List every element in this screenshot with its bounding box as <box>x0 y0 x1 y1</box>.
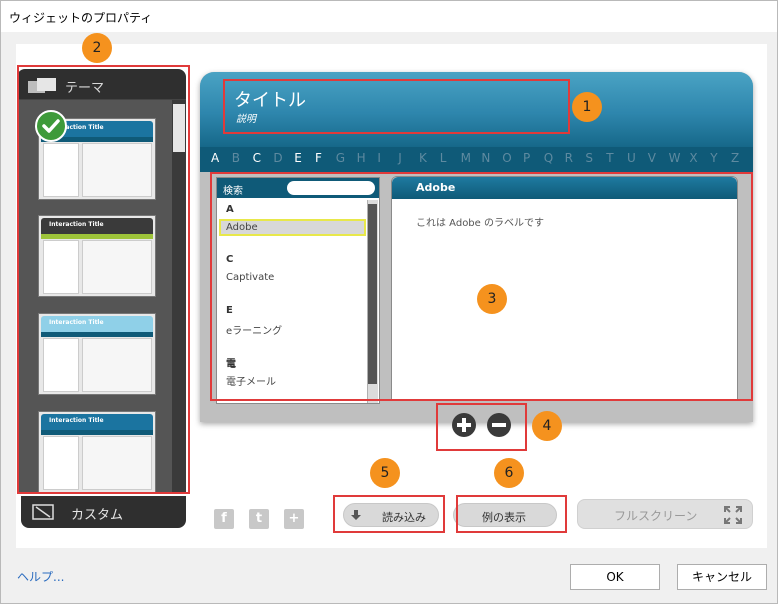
alphabet-letter[interactable]: L <box>440 151 447 165</box>
alphabet-letter[interactable]: A <box>211 151 219 165</box>
theme-highlight-box <box>17 65 190 494</box>
alphabet-letter[interactable]: T <box>606 151 613 165</box>
alphabet-bar: ABCDEFGHI J KLMNOPQRSTUVWXYZ <box>200 147 753 172</box>
alphabet-letter[interactable]: S <box>585 151 593 165</box>
alphabet-letter[interactable]: F <box>315 151 322 165</box>
alphabet-letter[interactable]: D <box>273 151 282 165</box>
alphabet-letter[interactable]: P <box>523 151 530 165</box>
callout-6: 6 <box>494 458 524 488</box>
window-title: ウィジェットのプロパティ <box>1 1 777 32</box>
alphabet-letter[interactable]: N <box>481 151 490 165</box>
alphabet-letter[interactable]: R <box>565 151 573 165</box>
alphabet-letter[interactable]: E <box>294 151 302 165</box>
buttons-highlight-box <box>436 403 527 451</box>
expand-icon <box>724 506 742 524</box>
alphabet-letter[interactable]: X <box>689 151 697 165</box>
alphabet-letter[interactable]: O <box>502 151 511 165</box>
example-highlight-box <box>456 495 567 533</box>
cancel-button[interactable]: キャンセル <box>677 564 767 590</box>
alphabet-letter[interactable]: U <box>627 151 636 165</box>
alphabet-letter[interactable]: I <box>377 151 381 165</box>
alphabet-letter[interactable]: V <box>648 151 656 165</box>
facebook-icon[interactable]: f <box>214 509 234 529</box>
alphabet-letter[interactable]: G <box>336 151 345 165</box>
alphabet-letter[interactable]: K <box>419 151 427 165</box>
custom-theme-button[interactable]: カスタム <box>21 496 186 528</box>
alphabet-letter[interactable]: Y <box>710 151 717 165</box>
alphabet-letter[interactable]: H <box>357 151 366 165</box>
callout-3: 3 <box>477 284 507 314</box>
alphabet-letter[interactable]: W <box>669 151 681 165</box>
import-highlight-box <box>333 495 445 533</box>
custom-theme-icon <box>32 504 54 520</box>
alphabet-letter[interactable]: Q <box>544 151 553 165</box>
help-link[interactable]: ヘルプ... <box>17 568 64 585</box>
callout-2: 2 <box>82 33 112 63</box>
ok-button[interactable]: OK <box>570 564 660 590</box>
title-highlight-box <box>223 79 570 134</box>
fullscreen-label: フルスクリーン <box>614 509 698 523</box>
alphabet-letter[interactable]: Z <box>731 151 739 165</box>
add-icon[interactable]: + <box>284 509 304 529</box>
alphabet-letter[interactable]: J <box>398 151 402 165</box>
callout-1: 1 <box>572 92 602 122</box>
callout-4: 4 <box>532 411 562 441</box>
callout-5: 5 <box>370 458 400 488</box>
fullscreen-button[interactable]: フルスクリーン <box>577 499 753 529</box>
alphabet-letter[interactable]: M <box>461 151 471 165</box>
alphabet-letter[interactable]: C <box>253 151 261 165</box>
custom-label: カスタム <box>71 508 124 523</box>
twitter-icon[interactable]: t <box>249 509 269 529</box>
widget-properties-dialog: ウィジェットのプロパティ テーマ Interaction Title Intera… <box>0 0 778 604</box>
alphabet-letter[interactable]: B <box>232 151 240 165</box>
